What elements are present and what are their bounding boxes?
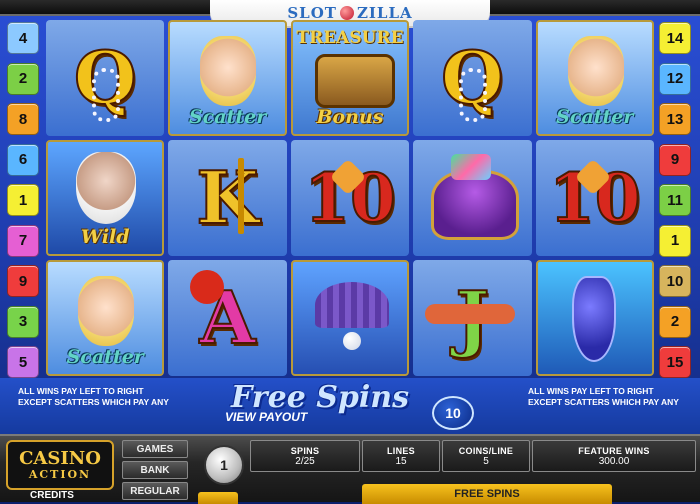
symbol-label: Scatter <box>66 346 144 368</box>
symbol-jewel-pot <box>413 140 532 256</box>
payline-marker-right-1[interactable]: 14 <box>659 22 691 54</box>
symbol-label: Scatter <box>188 106 267 128</box>
payline-marker-left-8[interactable]: 3 <box>7 305 39 338</box>
spins-value: 2/25 <box>295 455 315 467</box>
logo-line-1: CASINO <box>19 447 101 469</box>
trident-icon <box>238 158 245 234</box>
symbol-glyph: K <box>195 155 260 240</box>
control-console: CASINO ACTION CREDITS GAMES BANK REGULAR… <box>0 434 700 504</box>
symbol-q-pearls: Q <box>413 20 532 136</box>
site-logo-icon <box>339 6 354 20</box>
payline-marker-right-4[interactable]: 9 <box>659 143 691 176</box>
jewel-pot-icon <box>431 170 520 240</box>
symbol-seahorse <box>535 260 654 376</box>
pearl-string-icon <box>92 68 120 122</box>
payline-marker-left-9[interactable]: 5 <box>7 346 39 378</box>
symbol-label: Scatter <box>556 106 634 128</box>
symbol-q-pearls: Q <box>46 20 165 136</box>
symbol-scatter-mermaid: Scatter <box>46 260 165 376</box>
symbol-scatter-mermaid: Scatter <box>168 20 287 136</box>
payline-marker-right-8[interactable]: 2 <box>659 305 691 338</box>
pearl-icon <box>342 332 361 350</box>
casino-action-logo: CASINO ACTION <box>6 440 114 490</box>
gems-icon <box>451 154 492 180</box>
coins-per-line-value: 5 <box>483 455 489 467</box>
symbol-10-starfish: 10 <box>535 140 654 256</box>
reel-grid: Q Scatter TREASURE Bonus Q Scatter Wild … <box>46 20 654 376</box>
view-payout-button[interactable]: VIEW PAYOUT <box>225 410 365 428</box>
payline-marker-left-3[interactable]: 8 <box>7 103 39 135</box>
payout-rule-right: ALL WINS PAY LEFT TO RIGHT EXCEPT SCATTE… <box>528 386 679 407</box>
clam-shell-icon <box>314 282 389 328</box>
octopus-tentacle-icon <box>425 304 516 324</box>
info-strip: ALL WINS PAY LEFT TO RIGHT EXCEPT SCATTE… <box>0 378 700 434</box>
symbol-label: Wild <box>80 226 130 248</box>
symbol-clam-pearl <box>290 260 410 376</box>
lines-value: 15 <box>395 455 407 467</box>
free-spins-title: Free Spins <box>231 380 409 415</box>
treasure-chest-icon <box>314 54 395 108</box>
pearl-string-icon <box>459 68 488 122</box>
menu-buttons: GAMES BANK REGULAR <box>122 440 188 500</box>
neptune-face-icon <box>76 152 136 224</box>
symbol-wild-neptune: Wild <box>46 140 165 256</box>
coins-per-line-panel: COINS/LINE 5 <box>442 440 530 472</box>
free-spins-count-badge: 10 <box>432 396 474 430</box>
status-panels: SPINS 2/25 LINES 15 COINS/LINE 5 FEATURE… <box>250 440 696 472</box>
payline-marker-left-4[interactable]: 6 <box>7 143 39 176</box>
feature-wins-panel: FEATURE WINS 300.00 <box>532 440 696 472</box>
payline-marker-left-6[interactable]: 7 <box>7 224 39 257</box>
payline-marker-left-5[interactable]: 1 <box>7 184 39 216</box>
coins-per-line-label: COINS/LINE <box>458 445 514 456</box>
mermaid-face-icon <box>200 36 257 106</box>
payline-marker-right-5[interactable]: 11 <box>659 184 691 216</box>
symbol-label: Bonus <box>316 106 384 128</box>
coin-value-button[interactable]: 1 <box>204 445 244 485</box>
spins-panel: SPINS 2/25 <box>250 440 360 472</box>
games-button[interactable]: GAMES <box>122 440 188 458</box>
mermaid-face-icon <box>567 36 624 106</box>
lines-panel: LINES 15 <box>362 440 440 472</box>
spins-label: SPINS <box>290 445 320 456</box>
mermaid-face-icon <box>78 276 134 346</box>
payline-marker-right-2[interactable]: 12 <box>659 62 691 95</box>
payline-marker-right-6[interactable]: 1 <box>659 224 691 257</box>
symbol-j-octopus: J <box>413 260 532 376</box>
lines-label: LINES <box>386 445 415 456</box>
symbol-top-label: TREASURE <box>296 28 404 48</box>
game-frame: SLOT ZILLA 428617935 14 12 13 9 11 1 10 2 15 Q S… <box>0 0 700 504</box>
payline-marker-right-9[interactable]: 15 <box>659 346 691 378</box>
aux-button[interactable] <box>198 492 238 504</box>
payline-marker-left-2[interactable]: 2 <box>7 62 39 95</box>
logo-line-2: ACTION <box>28 467 92 481</box>
payline-marker-left-7[interactable]: 9 <box>7 265 39 297</box>
payline-marker-left-1[interactable]: 4 <box>7 22 39 54</box>
symbol-10-starfish: 10 <box>290 140 410 256</box>
payline-markers-right: 14 12 13 9 11 1 10 2 15 <box>659 22 693 378</box>
feature-wins-value: 300.00 <box>598 455 630 467</box>
regular-button[interactable]: REGULAR <box>122 482 188 500</box>
payline-marker-right-3[interactable]: 13 <box>659 103 691 135</box>
credits-label: CREDITS <box>30 490 74 501</box>
symbol-treasure-bonus: TREASURE Bonus <box>290 20 410 136</box>
seahorse-icon <box>571 276 616 362</box>
payline-markers-left: 4 2 8 6 1 7 9 3 5 <box>7 22 41 378</box>
bank-button[interactable]: BANK <box>122 461 188 479</box>
symbol-a-lobster: A <box>168 260 287 376</box>
symbol-scatter-mermaid: Scatter <box>535 20 654 136</box>
payout-rule-left: ALL WINS PAY LEFT TO RIGHT EXCEPT SCATTE… <box>18 386 169 407</box>
free-spins-button[interactable]: FREE SPINS <box>362 484 612 504</box>
feature-wins-label: FEATURE WINS <box>578 445 650 456</box>
symbol-k-trident: K <box>168 140 287 256</box>
payline-marker-right-7[interactable]: 10 <box>659 265 691 297</box>
